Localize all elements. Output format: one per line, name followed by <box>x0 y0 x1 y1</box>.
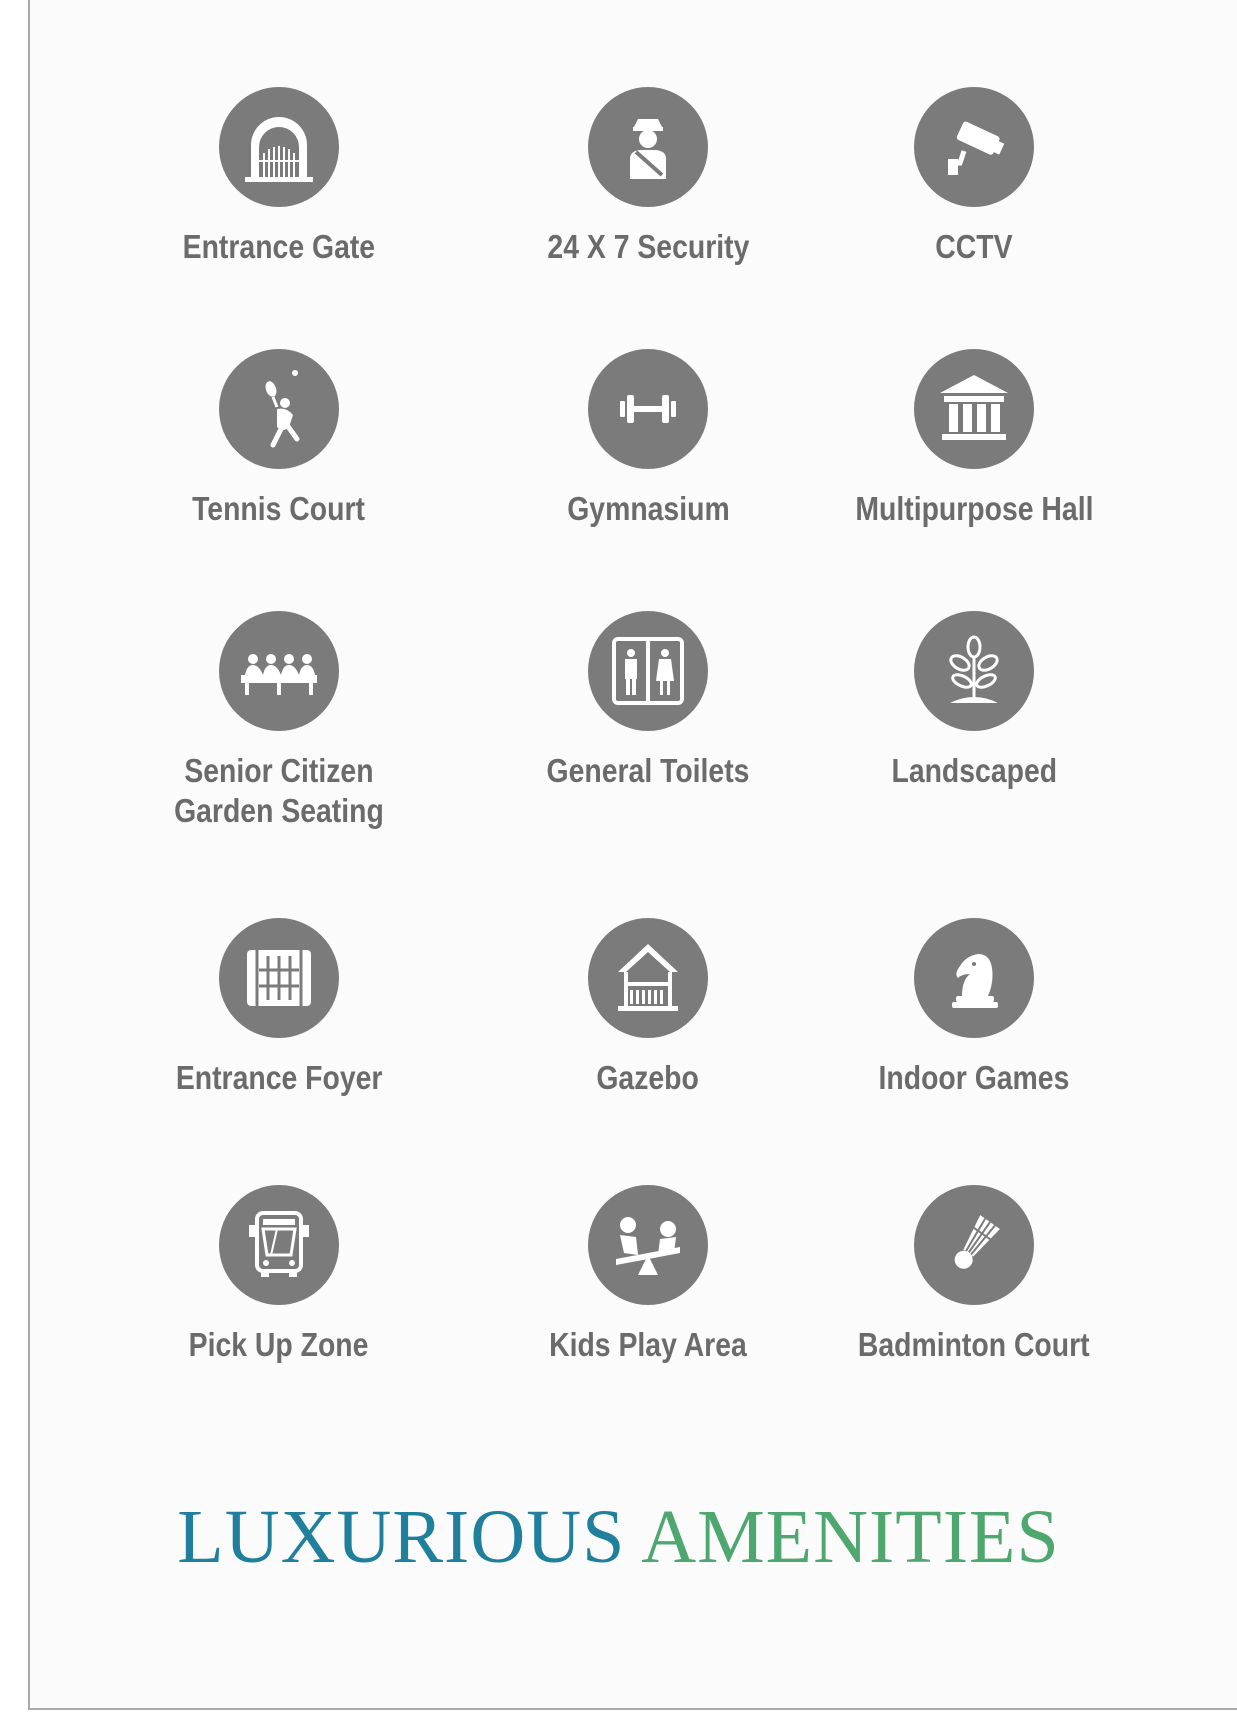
dumbbell-icon <box>588 349 708 469</box>
amenity-entrance-foyer: Entrance Foyer <box>129 918 429 1098</box>
amenity-multipurpose-hall: Multipurpose Hall <box>824 349 1124 529</box>
garden-seating-icon <box>219 611 339 731</box>
foyer-icon <box>219 918 339 1038</box>
tennis-player-icon <box>219 349 339 469</box>
chess-knight-icon <box>914 918 1034 1038</box>
amenity-label: Entrance Foyer <box>175 1059 383 1096</box>
amenity-label: Landscaped <box>891 752 1057 789</box>
amenity-label: CCTV <box>935 228 1013 265</box>
amenity-label: Kids Play Area <box>549 1326 747 1363</box>
amenities-grid: Entrance Gate 24 X 7 Security CCTV Tenni… <box>0 0 1237 1450</box>
heading-word-amenities: AMENITIES <box>641 1495 1060 1579</box>
amenity-label: 24 X 7 Security <box>547 228 749 265</box>
toilets-icon <box>588 611 708 731</box>
entrance-gate-icon <box>219 87 339 207</box>
amenity-label: Pick Up Zone <box>189 1326 369 1363</box>
amenity-pick-up-zone: Pick Up Zone <box>129 1185 429 1365</box>
amenity-landscaped: Landscaped <box>824 611 1124 791</box>
amenity-garden-seating: Senior Citizen Garden Seating <box>129 611 429 831</box>
amenity-label: Badminton Court <box>858 1326 1090 1363</box>
shuttlecock-icon <box>914 1185 1034 1305</box>
amenity-security: 24 X 7 Security <box>498 87 798 267</box>
amenity-entrance-gate: Entrance Gate <box>129 87 429 267</box>
gazebo-icon <box>588 918 708 1038</box>
amenity-tennis-court: Tennis Court <box>129 349 429 529</box>
bus-icon <box>219 1185 339 1305</box>
heading-word-luxurious: LUXURIOUS <box>177 1495 626 1579</box>
amenity-label: Tennis Court <box>192 490 366 527</box>
amenity-label: Entrance Gate <box>182 228 376 265</box>
amenity-label: Gazebo <box>596 1059 700 1096</box>
amenity-indoor-games: Indoor Games <box>824 918 1124 1098</box>
amenity-gymnasium: Gymnasium <box>498 349 798 529</box>
amenity-label: Senior Citizen Garden Seating <box>174 751 384 831</box>
amenity-label: Gymnasium <box>566 490 730 527</box>
amenity-cctv: CCTV <box>824 87 1124 267</box>
seesaw-icon <box>588 1185 708 1305</box>
amenity-label-line-1: Senior Citizen <box>184 752 374 789</box>
amenity-gazebo: Gazebo <box>498 918 798 1098</box>
hall-building-icon <box>914 349 1034 469</box>
security-guard-icon <box>588 87 708 207</box>
page-heading: LUXURIOUS AMENITIES <box>0 1492 1237 1582</box>
amenity-label: General Toilets <box>546 752 750 789</box>
amenity-label: Multipurpose Hall <box>854 490 1094 527</box>
amenity-label-line-2: Garden Seating <box>174 792 384 829</box>
amenity-general-toilets: General Toilets <box>498 611 798 791</box>
amenity-label: Indoor Games <box>878 1059 1070 1096</box>
cctv-camera-icon <box>914 87 1034 207</box>
amenity-badminton-court: Badminton Court <box>824 1185 1124 1365</box>
amenity-kids-play-area: Kids Play Area <box>498 1185 798 1365</box>
plant-icon <box>914 611 1034 731</box>
